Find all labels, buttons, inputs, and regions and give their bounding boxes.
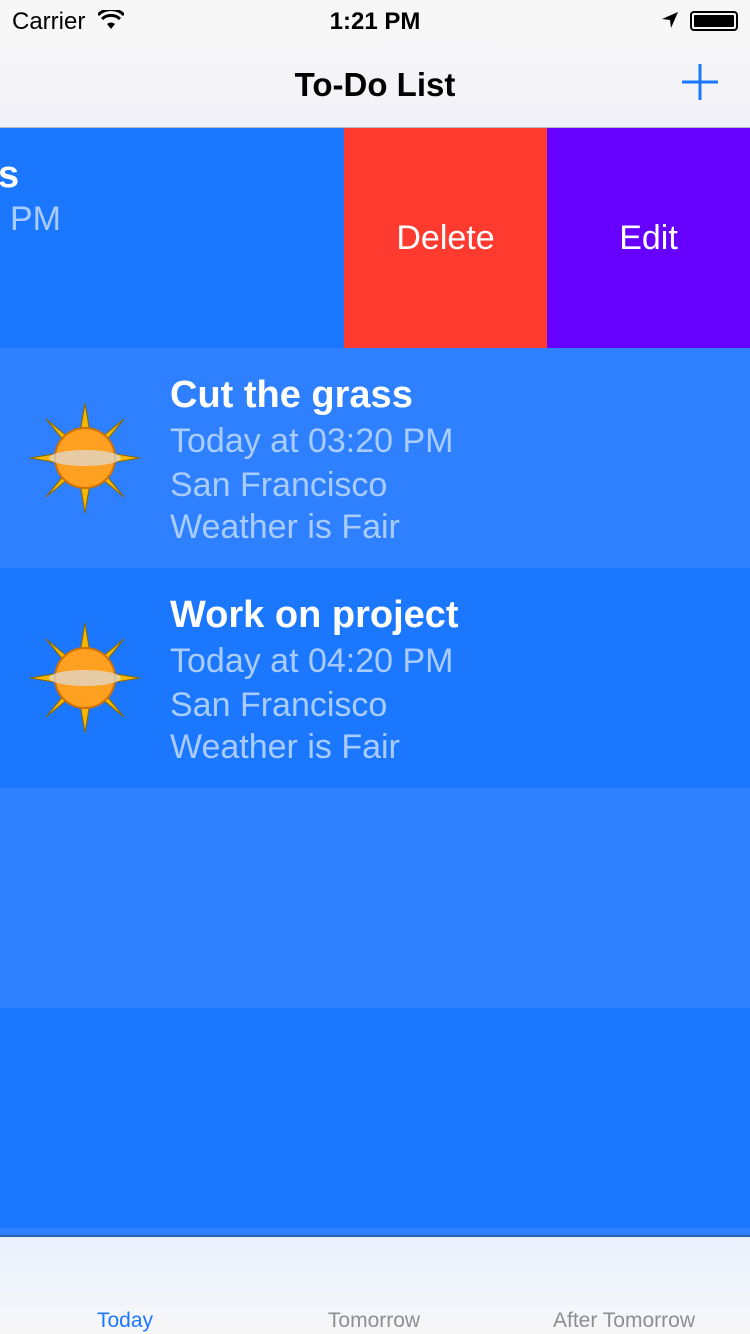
todo-title: Cut the grass (170, 374, 413, 416)
navigation-bar: To-Do List (0, 40, 750, 128)
tab-bar: Today Tomorrow After Tomorrow (0, 1235, 750, 1334)
swiped-todo-row[interactable]: s PM Delete Edit (0, 128, 750, 348)
delete-button[interactable]: Delete (344, 128, 547, 348)
status-bar: Carrier 1:21 PM (0, 0, 750, 40)
todo-location: San Francisco (170, 686, 388, 724)
empty-row (0, 788, 750, 1008)
sun-icon (30, 623, 140, 733)
plus-icon[interactable] (680, 62, 720, 102)
page-title: To-Do List (294, 66, 456, 103)
todo-title: Work on project (170, 594, 459, 636)
swiped-row-content[interactable]: s PM (0, 128, 344, 348)
battery-icon (690, 11, 738, 31)
todo-weather: Weather is Fair (170, 728, 400, 766)
todo-weather: Weather is Fair (170, 508, 400, 546)
tab-today[interactable]: Today (0, 1309, 250, 1333)
todo-row[interactable]: Cut the grass Today at 03:20 PM San Fran… (0, 348, 750, 568)
todo-time: Today at 04:20 PM (170, 642, 454, 680)
todo-location: San Francisco (170, 466, 388, 504)
tab-after-tomorrow[interactable]: After Tomorrow (499, 1309, 749, 1333)
empty-row (0, 1008, 750, 1228)
todo-time: Today at 03:20 PM (170, 422, 454, 460)
tab-tomorrow[interactable]: Tomorrow (249, 1309, 499, 1333)
todo-time: PM (10, 200, 61, 238)
edit-button[interactable]: Edit (547, 128, 750, 348)
sun-icon (30, 403, 140, 513)
todo-title: s (0, 154, 20, 196)
clock: 1:21 PM (329, 8, 421, 35)
todo-row[interactable]: Work on project Today at 04:20 PM San Fr… (0, 568, 750, 788)
location-icon (662, 12, 678, 28)
